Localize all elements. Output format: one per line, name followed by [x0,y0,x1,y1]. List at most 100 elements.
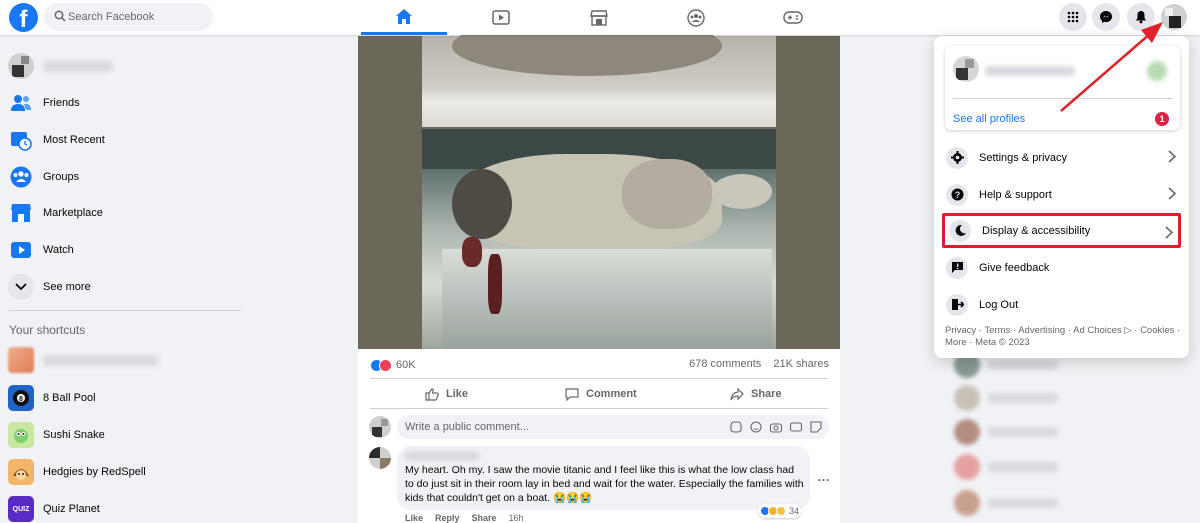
divider [953,98,1173,99]
top-navigation-bar: f [0,0,1200,35]
profile-name-redacted [43,60,113,72]
comment-button[interactable]: Comment [565,385,637,403]
tab-watch[interactable] [458,0,544,35]
menu-item-help-support[interactable]: ? Help & support [942,177,1181,212]
comment-timestamp[interactable]: 16h [509,513,524,523]
menu-footer-links[interactable]: Privacy · Terms · Advertising · Ad Choic… [945,325,1181,349]
contact-name-redacted [988,462,1058,472]
sidebar-item-groups[interactable]: Groups [8,160,243,194]
sidebar-item-watch[interactable]: Watch [8,233,243,267]
menu-item-label: Log Out [979,298,1019,311]
share-label: Share [751,388,782,400]
search-input[interactable] [68,3,208,31]
care-reaction-icon [776,506,786,516]
post-photo-top[interactable] [422,16,776,127]
groups-icon [687,8,705,27]
svg-text:8: 8 [19,396,23,403]
tab-home[interactable] [361,0,447,35]
shortcut-item-redacted[interactable] [8,343,243,377]
avatar [8,53,34,79]
commenter-name-redacted[interactable] [405,451,479,461]
most-recent-icon [8,127,34,153]
sticker-pack-icon[interactable] [809,420,823,434]
comment-icon [565,387,579,401]
comment-bubble: My heart. Oh my. I saw the movie titanic… [397,446,810,510]
profile-card[interactable]: See all profiles 1 [945,46,1180,130]
quiz-planet-icon-text: QUIZ [12,505,30,513]
sticker-icon[interactable] [729,420,743,434]
menu-item-log-out[interactable]: Log Out [942,287,1181,322]
contact-item[interactable] [954,417,1058,447]
emoji-icon[interactable] [749,420,763,434]
hedgies-icon [8,459,34,485]
comments-count[interactable]: 678 comments [689,358,761,370]
shortcut-item-8-ball-pool[interactable]: 8 8 Ball Pool [8,381,243,415]
account-avatar[interactable] [1161,4,1187,30]
feed-post: 60K 678 comments 21K shares Like Comment… [358,16,840,523]
menu-item-label: Display & accessibility [982,224,1091,237]
account-menu: See all profiles 1 Settings & privacy ? … [934,36,1189,358]
sidebar-item-most-recent[interactable]: Most Recent [8,123,243,157]
tab-gaming[interactable] [750,0,836,35]
comment-share-link[interactable]: Share [472,513,497,523]
menu-item-settings-privacy[interactable]: Settings & privacy [942,140,1181,175]
shortcut-label: Hedgies by RedSpell [43,466,146,478]
facebook-logo[interactable]: f [9,3,38,32]
menu-grid-icon [1067,11,1079,23]
comment-reply-link[interactable]: Reply [435,513,460,523]
sidebar-item-see-more[interactable]: See more [8,270,243,304]
post-photo-area[interactable] [358,16,840,349]
gif-icon[interactable] [789,420,803,434]
tab-groups[interactable] [653,0,739,35]
quiz-planet-icon: QUIZ [8,496,34,522]
contact-name-redacted [988,498,1058,508]
profiles-badge: 1 [1155,112,1169,126]
menu-item-display-accessibility[interactable]: Display & accessibility [942,213,1181,248]
comment-input[interactable] [405,415,725,439]
avatar [954,490,980,516]
shortcut-item-quiz-planet[interactable]: QUIZ Quiz Planet [8,492,243,523]
share-button[interactable]: Share [730,385,782,403]
sidebar-item-label: Watch [43,244,74,256]
gaming-icon [783,11,803,24]
shares-count[interactable]: 21K shares [773,358,829,370]
sidebar-item-label: Friends [43,97,80,109]
svg-text:?: ? [954,190,960,200]
like-button[interactable]: Like [425,385,468,403]
sidebar-item-marketplace[interactable]: Marketplace [8,196,243,230]
avatar[interactable] [369,447,391,469]
search-box[interactable] [44,3,213,31]
notifications-button[interactable] [1127,3,1155,31]
comment-reaction-count: 34 [789,506,800,516]
shortcut-label: 8 Ball Pool [43,392,96,404]
post-reactions[interactable]: 60K [370,358,416,372]
contact-name-redacted [988,393,1058,403]
comment-reactions[interactable]: 34 [758,504,802,518]
comment-like-link[interactable]: Like [405,513,423,523]
avatar[interactable] [369,416,391,438]
contact-name-redacted [988,360,1058,370]
shortcut-item-sushi-snake[interactable]: Sushi Snake [8,418,243,452]
sidebar-item-profile[interactable] [8,49,243,83]
contact-item[interactable] [954,488,1058,518]
post-photo-bottom[interactable] [422,129,776,349]
messenger-button[interactable] [1092,3,1120,31]
contact-item[interactable] [954,383,1058,413]
search-icon [54,10,66,22]
menu-item-give-feedback[interactable]: Give feedback [942,250,1181,285]
comment-composer[interactable] [397,415,829,439]
sidebar-item-friends[interactable]: Friends [8,86,243,120]
shortcut-label: Quiz Planet [43,503,100,515]
tab-marketplace[interactable] [556,0,642,35]
sidebar-item-label: Most Recent [43,134,105,146]
help-icon: ? [946,183,968,206]
comment-options-button[interactable]: … [817,469,830,484]
home-icon [396,8,412,24]
see-all-profiles-link[interactable]: See all profiles [953,113,1025,125]
comment-tools [723,420,823,434]
shortcut-item-hedgies[interactable]: Hedgies by RedSpell [8,455,243,489]
moon-icon [949,219,971,242]
camera-icon[interactable] [769,420,783,434]
contact-item[interactable] [954,452,1058,482]
menu-button[interactable] [1059,3,1087,31]
